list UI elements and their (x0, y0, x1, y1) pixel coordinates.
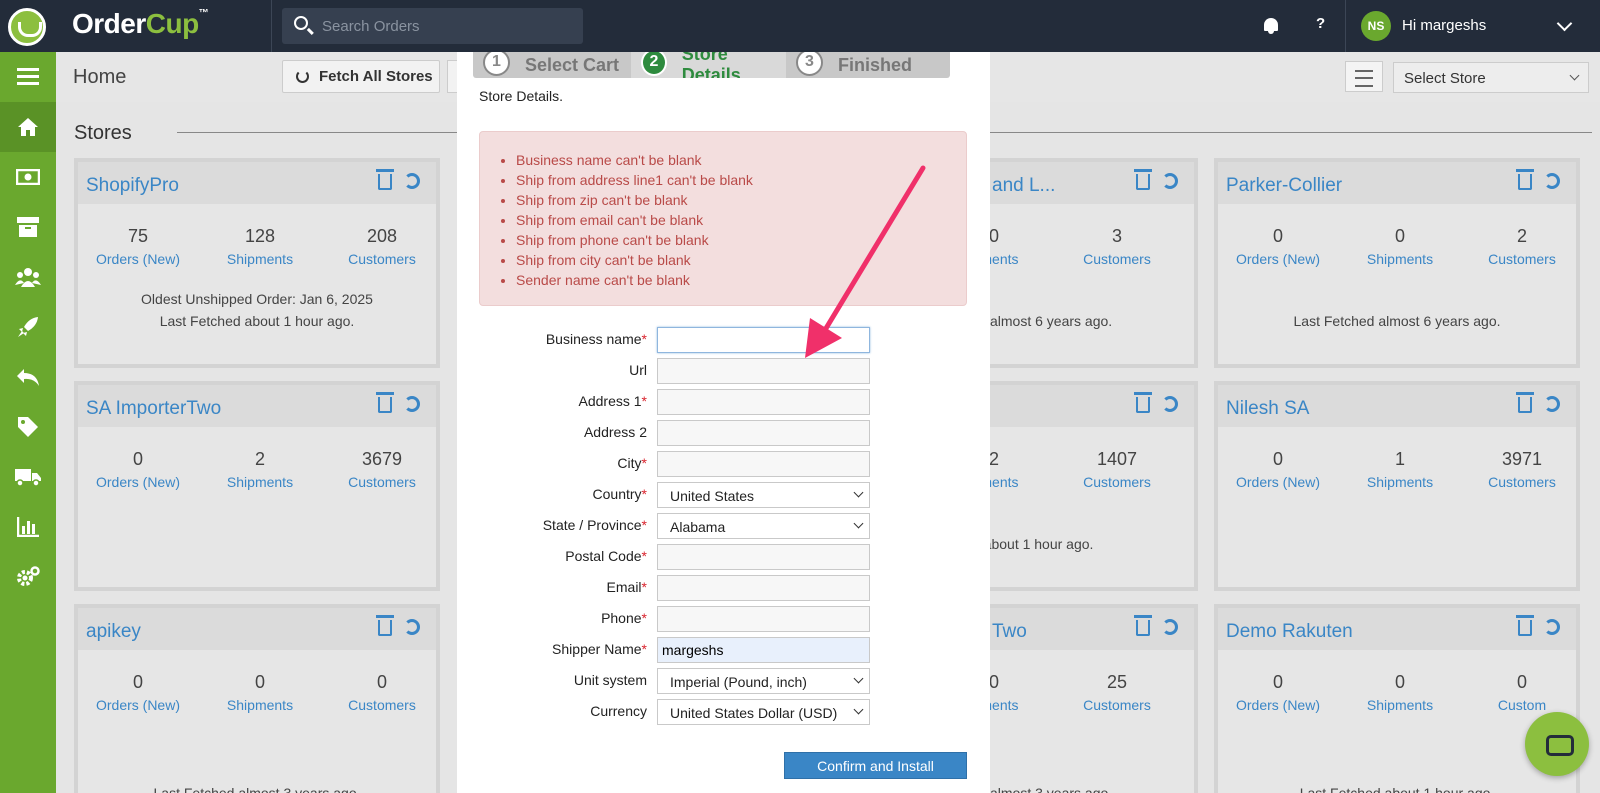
chat-widget-button[interactable] (1525, 712, 1589, 776)
annotation-arrow (805, 165, 926, 358)
